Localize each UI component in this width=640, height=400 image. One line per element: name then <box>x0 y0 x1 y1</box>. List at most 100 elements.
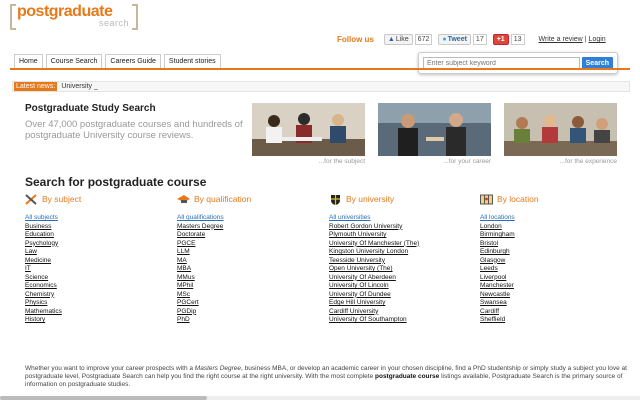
like-button[interactable]: ▲ Like <box>383 34 413 45</box>
google-plus-label: +1 <box>496 36 505 43</box>
by-subject-heading[interactable]: By subject <box>25 193 165 205</box>
follow-us-label: Follow us <box>337 35 374 44</box>
subject-link[interactable]: Physics <box>25 299 165 308</box>
qualification-list: All qualifications Masters Degree Doctor… <box>177 214 317 325</box>
qualification-link[interactable]: PGCert <box>177 299 317 308</box>
twitter-bird-icon: ● <box>442 36 447 43</box>
university-link[interactable]: Plymouth University <box>329 231 469 240</box>
qualification-link[interactable]: MMus <box>177 274 317 283</box>
tweet-button[interactable]: ● Tweet <box>438 34 471 45</box>
caption-subject: ...for the subject <box>318 158 365 165</box>
by-qualification-heading[interactable]: By qualification <box>177 193 317 205</box>
university-link[interactable]: University Of Aberdeen <box>329 274 469 283</box>
subject-link[interactable]: IT <box>25 265 165 274</box>
location-link[interactable]: Glasgow <box>480 257 620 266</box>
hero-title: Postgraduate Study Search <box>25 103 156 114</box>
location-link[interactable]: London <box>480 223 620 232</box>
subject-link[interactable]: Business <box>25 223 165 232</box>
location-link[interactable]: Liverpool <box>480 274 620 283</box>
by-location-label: By location <box>497 194 539 204</box>
by-university-label: By university <box>346 194 395 204</box>
intro-text-1: Whether you want to improve your career … <box>25 365 195 372</box>
university-list: All universities Robert Gordon Universit… <box>329 214 469 325</box>
university-link[interactable]: Cardiff University <box>329 308 469 317</box>
location-link[interactable]: Cardiff <box>480 308 620 317</box>
qualification-link[interactable]: PGDip <box>177 308 317 317</box>
subject-link[interactable]: History <box>25 316 165 325</box>
subject-link[interactable]: Economics <box>25 282 165 291</box>
university-link[interactable]: Kingston University London <box>329 248 469 257</box>
all-universities-link[interactable]: All universities <box>329 214 469 223</box>
location-link[interactable]: Manchester <box>480 282 620 291</box>
intro-bold: postgraduate course <box>375 372 440 380</box>
location-link[interactable]: Edinburgh <box>480 248 620 257</box>
like-button-label: Like <box>395 36 409 43</box>
write-review-link[interactable]: Write a review <box>539 36 583 43</box>
location-link[interactable]: Bristol <box>480 240 620 249</box>
shield-icon <box>331 194 340 205</box>
university-link[interactable]: Robert Gordon University <box>329 223 469 232</box>
qualification-link[interactable]: LLM <box>177 248 317 257</box>
latest-news-ticker[interactable]: University _ <box>61 83 98 90</box>
tab-course-search[interactable]: Course Search <box>45 54 103 68</box>
all-subjects-link[interactable]: All subjects <box>25 214 165 223</box>
qualification-link[interactable]: MBA <box>177 265 317 274</box>
qualification-link[interactable]: Doctorate <box>177 231 317 240</box>
subject-list: All subjects Business Education Psycholo… <box>25 214 165 325</box>
subject-link[interactable]: Psychology <box>25 240 165 249</box>
horizontal-scrollbar[interactable] <box>0 396 640 400</box>
qualification-link[interactable]: PGCE <box>177 240 317 249</box>
all-qualifications-link[interactable]: All qualifications <box>177 214 317 223</box>
subject-link[interactable]: Mathematics <box>25 308 165 317</box>
by-location-heading[interactable]: By location <box>480 193 620 205</box>
location-link[interactable]: Newcastle <box>480 291 620 300</box>
tab-careers-guide[interactable]: Careers Guide <box>105 54 161 68</box>
location-link[interactable]: Birmingham <box>480 231 620 240</box>
qualification-link[interactable]: MSc <box>177 291 317 300</box>
map-icon <box>480 194 493 204</box>
column-by-qualification: By qualification All qualifications Mast… <box>177 193 317 325</box>
university-link[interactable]: Open University (The) <box>329 265 469 274</box>
site-logo[interactable]: postgraduate search <box>10 3 138 30</box>
location-link[interactable]: Leeds <box>480 265 620 274</box>
location-link[interactable]: Swansea <box>480 299 620 308</box>
logo-bracket-left <box>10 4 16 30</box>
all-locations-link[interactable]: All locations <box>480 214 620 223</box>
subject-link[interactable]: Medicine <box>25 257 165 266</box>
university-link[interactable]: Edge Hill University <box>329 299 469 308</box>
location-link[interactable]: Sheffield <box>480 316 620 325</box>
university-link[interactable]: University Of Lincoln <box>329 282 469 291</box>
qualification-link[interactable]: MA <box>177 257 317 266</box>
university-link[interactable]: University Of Dundee <box>329 291 469 300</box>
university-link[interactable]: Teesside University <box>329 257 469 266</box>
subject-link[interactable]: Chemistry <box>25 291 165 300</box>
intro-paragraph: Whether you want to improve your career … <box>25 365 631 388</box>
photo-experience[interactable] <box>504 103 617 156</box>
scrollbar-thumb[interactable] <box>0 396 207 400</box>
students-socialising-image <box>504 103 617 156</box>
university-link[interactable]: University Of Southampton <box>329 316 469 325</box>
logo-bracket-right <box>132 4 138 30</box>
tools-icon <box>25 193 37 205</box>
login-link[interactable]: Login <box>589 36 606 43</box>
auth-separator: | <box>584 36 587 43</box>
tab-home[interactable]: Home <box>14 54 43 68</box>
qualification-link[interactable]: MPhil <box>177 282 317 291</box>
photo-subject[interactable] <box>252 103 365 156</box>
latest-news-label: Latest news: <box>14 82 58 91</box>
subject-link[interactable]: Education <box>25 231 165 240</box>
by-subject-label: By subject <box>42 194 82 204</box>
google-plus-button[interactable]: +1 <box>492 34 509 45</box>
main-nav-tabs: Home Course Search Careers Guide Student… <box>14 54 224 68</box>
qualification-link[interactable]: PhD <box>177 316 317 325</box>
subject-link[interactable]: Law <box>25 248 165 257</box>
location-list: All locations London Birmingham Bristol … <box>480 214 620 325</box>
qualification-link[interactable]: Masters Degree <box>177 223 317 232</box>
intro-emphasis: Masters Degree <box>194 365 242 372</box>
photo-career[interactable] <box>378 103 491 156</box>
university-link[interactable]: University Of Manchester (The) <box>329 240 469 249</box>
logo-text-secondary: search <box>98 18 129 28</box>
by-university-heading[interactable]: By university <box>329 193 469 205</box>
subject-link[interactable]: Science <box>25 274 165 283</box>
tab-student-stories[interactable]: Student stories <box>163 54 221 68</box>
